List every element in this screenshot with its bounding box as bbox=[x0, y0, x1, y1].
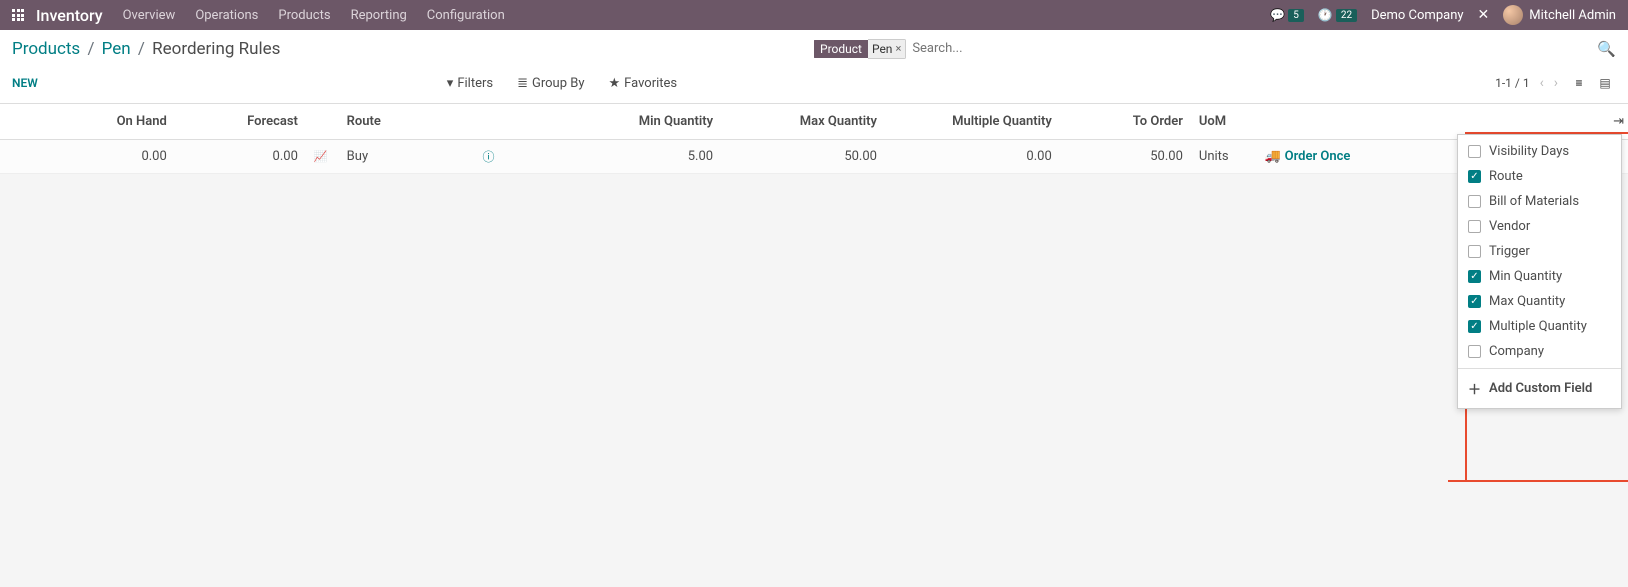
search-chip: Product Pen × bbox=[814, 39, 906, 59]
checkbox-icon: ✓ bbox=[1468, 320, 1481, 333]
groupby-button[interactable]: ≣Group By bbox=[517, 76, 584, 91]
chip-remove-icon[interactable]: × bbox=[895, 42, 901, 55]
menu-reporting[interactable]: Reporting bbox=[351, 8, 407, 23]
favorites-button[interactable]: ★Favorites bbox=[609, 76, 678, 91]
search-bar[interactable]: Product Pen × 🔍 bbox=[814, 38, 1616, 59]
breadcrumb-sep: / bbox=[87, 39, 94, 59]
cell-route[interactable]: Buy bbox=[347, 149, 368, 164]
breadcrumb-sep: / bbox=[138, 39, 145, 59]
chip-field: Product bbox=[814, 40, 868, 58]
app-name[interactable]: Inventory bbox=[36, 6, 103, 25]
col-opt-route[interactable]: ✓Route bbox=[1458, 164, 1621, 189]
cell-uom[interactable]: Units bbox=[1191, 140, 1257, 174]
breadcrumb-products[interactable]: Products bbox=[12, 39, 80, 59]
user-menu[interactable]: Mitchell Admin bbox=[1503, 5, 1616, 25]
menu-products[interactable]: Products bbox=[278, 8, 330, 23]
list-view-icon[interactable]: ≡ bbox=[1568, 73, 1590, 93]
chat-badge: 5 bbox=[1288, 9, 1304, 22]
reorder-table: On Hand Forecast Route Min Quantity Max … bbox=[0, 104, 1628, 174]
funnel-icon: ▾ bbox=[447, 76, 454, 91]
pager: 1-1 / 1 ‹ › ≡ ▤ bbox=[1495, 73, 1616, 93]
col-route[interactable]: Route bbox=[339, 104, 503, 140]
checkbox-icon bbox=[1468, 220, 1481, 233]
info-icon[interactable]: ⓘ bbox=[483, 148, 495, 165]
cell-min-qty[interactable]: 5.00 bbox=[503, 140, 722, 174]
col-opt-company[interactable]: Company bbox=[1458, 339, 1621, 364]
layers-icon: ≣ bbox=[517, 76, 528, 91]
clock-badge: 22 bbox=[1336, 9, 1357, 22]
kanban-view-icon[interactable]: ▤ bbox=[1594, 73, 1616, 93]
company-selector[interactable]: Demo Company bbox=[1371, 8, 1463, 23]
checkbox-icon bbox=[1468, 145, 1481, 158]
pager-range: 1-1 / 1 bbox=[1495, 76, 1529, 90]
avatar bbox=[1503, 5, 1523, 25]
list-view: On Hand Forecast Route Min Quantity Max … bbox=[0, 104, 1628, 174]
debug-icon[interactable]: ✕ bbox=[1478, 7, 1490, 23]
new-button[interactable]: NEW bbox=[12, 76, 38, 90]
table-row[interactable]: 0.00 0.00 📈 Buy ⓘ 5.00 50.00 0.00 50.00 U… bbox=[0, 140, 1628, 174]
pager-next-icon[interactable]: › bbox=[1554, 75, 1558, 91]
checkbox-icon bbox=[1468, 195, 1481, 208]
col-to-order[interactable]: To Order bbox=[1060, 104, 1191, 140]
cell-multiple-qty[interactable]: 0.00 bbox=[885, 140, 1060, 174]
checkbox-icon bbox=[1468, 245, 1481, 258]
col-min-qty[interactable]: Min Quantity bbox=[503, 104, 722, 140]
filters-button[interactable]: ▾Filters bbox=[447, 76, 493, 91]
clock-icon: 🕐 bbox=[1318, 8, 1333, 22]
menu-configuration[interactable]: Configuration bbox=[427, 8, 505, 23]
checkbox-icon: ✓ bbox=[1468, 295, 1481, 308]
col-on-hand[interactable]: On Hand bbox=[33, 104, 175, 140]
user-name: Mitchell Admin bbox=[1529, 8, 1616, 23]
col-opt-multiple-qty[interactable]: ✓Multiple Quantity bbox=[1458, 314, 1621, 339]
cell-forecast: 0.00 bbox=[175, 140, 306, 174]
col-opt-vendor[interactable]: Vendor bbox=[1458, 214, 1621, 239]
star-icon: ★ bbox=[609, 76, 621, 91]
col-max-qty[interactable]: Max Quantity bbox=[721, 104, 885, 140]
checkbox-icon: ✓ bbox=[1468, 270, 1481, 283]
search-options: ▾Filters ≣Group By ★Favorites bbox=[447, 76, 677, 91]
col-opt-min-qty[interactable]: ✓Min Quantity bbox=[1458, 264, 1621, 289]
forecast-chart-icon[interactable]: 📈 bbox=[314, 150, 328, 163]
menu-operations[interactable]: Operations bbox=[195, 8, 258, 23]
activities-button[interactable]: 🕐22 bbox=[1318, 8, 1357, 22]
checkbox-icon: ✓ bbox=[1468, 170, 1481, 183]
topbar-right: 💬5 🕐22 Demo Company ✕ Mitchell Admin bbox=[1270, 5, 1616, 25]
col-uom[interactable]: UoM bbox=[1191, 104, 1257, 140]
search-icon[interactable]: 🔍 bbox=[1597, 40, 1616, 58]
control-panel: Products / Pen / Reordering Rules Produc… bbox=[0, 30, 1628, 104]
pager-prev-icon[interactable]: ‹ bbox=[1540, 75, 1544, 91]
cell-max-qty[interactable]: 50.00 bbox=[721, 140, 885, 174]
plus-icon: ＋ bbox=[1468, 379, 1481, 398]
chat-button[interactable]: 💬5 bbox=[1270, 8, 1304, 22]
top-navbar: Inventory Overview Operations Products R… bbox=[0, 0, 1628, 30]
main-menu: Overview Operations Products Reporting C… bbox=[123, 8, 505, 23]
checkbox-icon bbox=[1468, 345, 1481, 358]
apps-icon[interactable] bbox=[12, 9, 24, 21]
col-opt-visibility-days[interactable]: Visibility Days bbox=[1458, 139, 1621, 164]
col-opt-max-qty[interactable]: ✓Max Quantity bbox=[1458, 289, 1621, 314]
chat-icon: 💬 bbox=[1270, 8, 1285, 22]
breadcrumb-current: Reordering Rules bbox=[152, 39, 280, 59]
breadcrumb-pen[interactable]: Pen bbox=[102, 39, 131, 59]
cell-to-order[interactable]: 50.00 bbox=[1060, 140, 1191, 174]
breadcrumb: Products / Pen / Reordering Rules bbox=[12, 39, 280, 59]
col-forecast[interactable]: Forecast bbox=[175, 104, 306, 140]
truck-icon: 🚚 bbox=[1264, 149, 1280, 164]
view-switcher: ≡ ▤ bbox=[1568, 73, 1616, 93]
add-custom-field-button[interactable]: ＋Add Custom Field bbox=[1458, 373, 1621, 404]
chip-value: Pen bbox=[872, 42, 892, 56]
col-multiple-qty[interactable]: Multiple Quantity bbox=[885, 104, 1060, 140]
menu-separator bbox=[1458, 368, 1621, 369]
col-opt-trigger[interactable]: Trigger bbox=[1458, 239, 1621, 264]
search-input[interactable] bbox=[906, 38, 1597, 59]
menu-overview[interactable]: Overview bbox=[123, 8, 176, 23]
column-options-menu: Visibility Days ✓Route Bill of Materials… bbox=[1457, 134, 1622, 409]
cell-on-hand: 0.00 bbox=[33, 140, 175, 174]
column-options-icon[interactable]: ⇥ bbox=[1613, 114, 1624, 129]
col-opt-bom[interactable]: Bill of Materials bbox=[1458, 189, 1621, 214]
